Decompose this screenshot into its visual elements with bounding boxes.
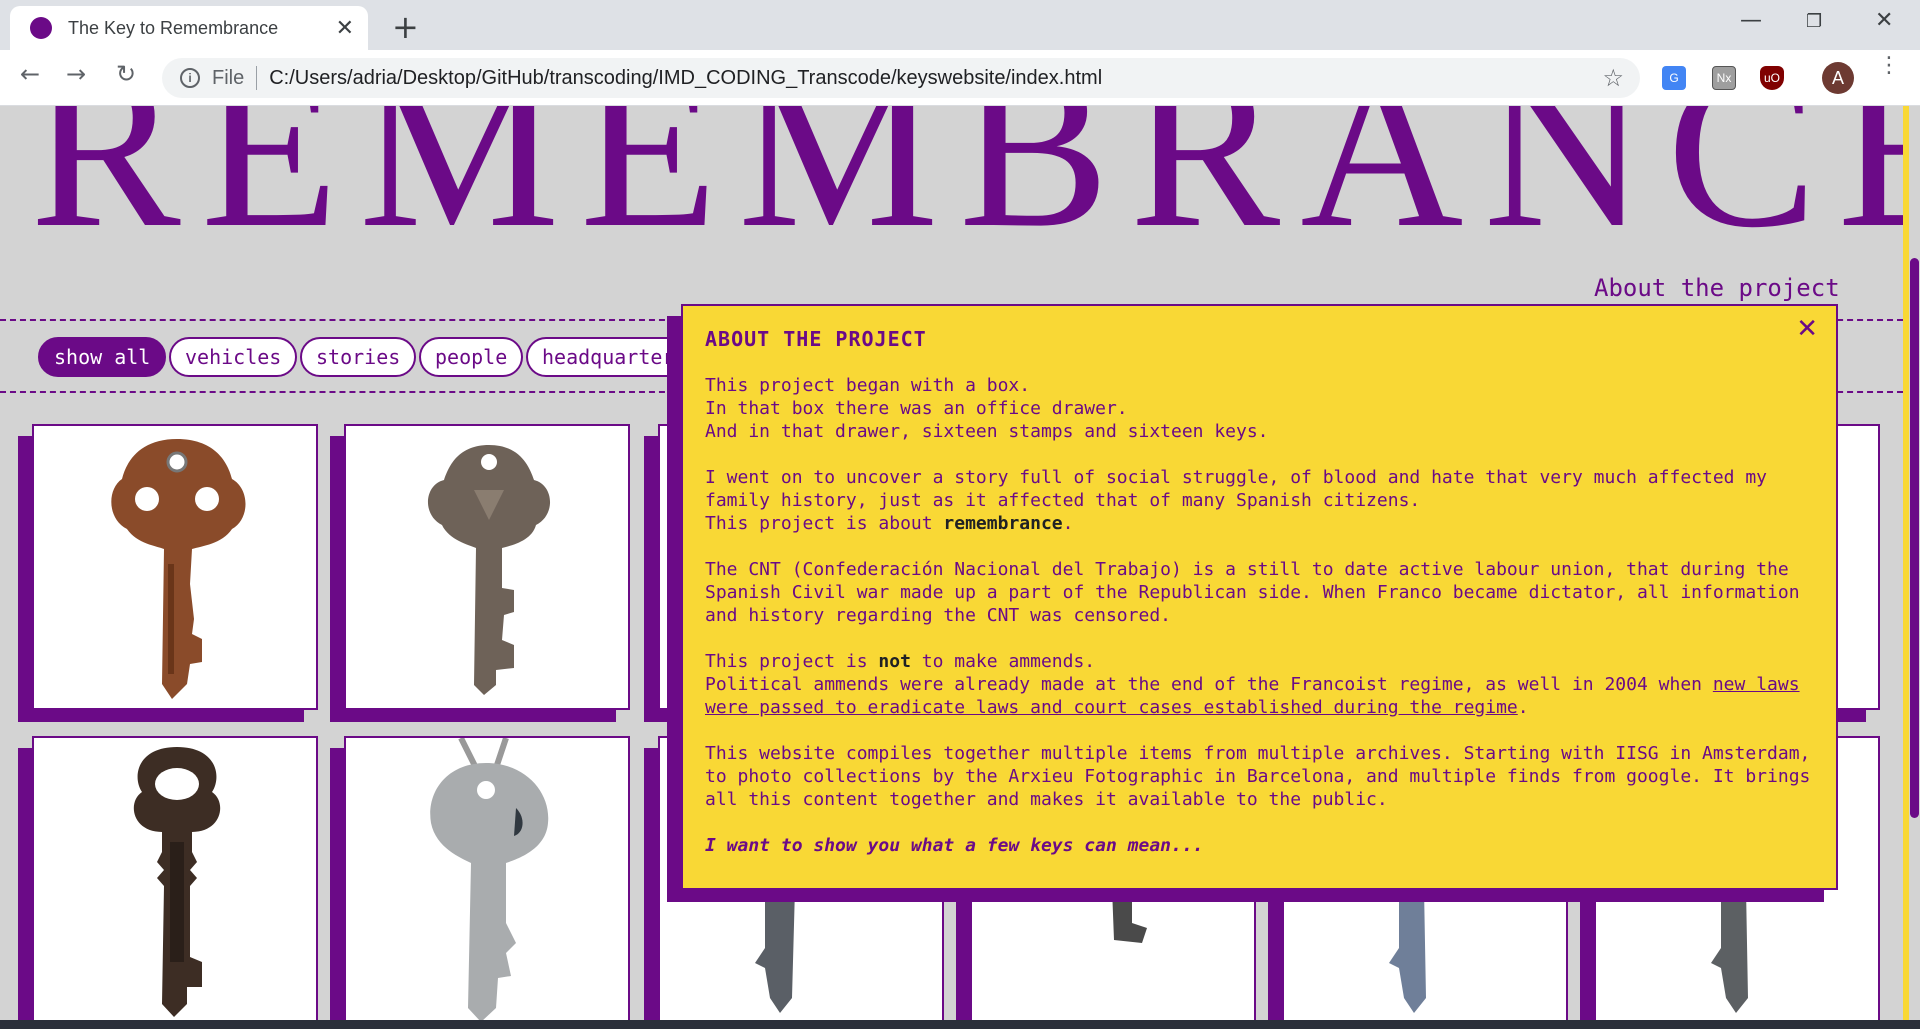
tab-close-icon[interactable]: ✕ xyxy=(336,16,354,41)
filter-headquarters[interactable]: headquarters xyxy=(526,337,703,377)
browser-tab[interactable]: The Key to Remembrance ✕ xyxy=(10,6,368,50)
ammends-text: to make ammends. xyxy=(910,651,1096,672)
key-card[interactable] xyxy=(344,736,630,1020)
hero-title: REMEMBRANCE xyxy=(30,106,1920,274)
intro-line: In that box there was an office drawer. xyxy=(705,398,1128,419)
nx-extension-icon[interactable]: Nx xyxy=(1712,66,1736,90)
favicon-icon xyxy=(30,17,52,39)
about-project-link[interactable]: About the project xyxy=(1594,274,1840,302)
address-separator xyxy=(256,66,258,90)
key-shaft-image xyxy=(1112,888,1147,943)
iron-key-image xyxy=(133,747,221,1017)
ornate-key-image xyxy=(427,445,551,695)
about-modal: ABOUT THE PROJECT ✕ This project began w… xyxy=(681,304,1838,890)
silver-key-image xyxy=(430,738,549,1020)
browser-toolbar: ← → ↻ i File C:/Users/adria/Desktop/GitH… xyxy=(0,50,1920,106)
browser-tab-bar: The Key to Remembrance ✕ + — ❐ ✕ xyxy=(0,0,1920,50)
key-card[interactable] xyxy=(32,736,318,1020)
translate-extension-icon[interactable]: G xyxy=(1662,66,1686,90)
tab-title: The Key to Remembrance xyxy=(68,17,279,38)
tagline: I want to show you what a few keys can m… xyxy=(705,835,1204,856)
ammends-paragraph: This project is not to make ammends. Pol… xyxy=(705,650,1814,719)
restore-icon[interactable]: ❐ xyxy=(1806,11,1822,32)
os-taskbar xyxy=(0,1020,1920,1029)
address-bar[interactable]: i File C:/Users/adria/Desktop/GitHub/tra… xyxy=(162,58,1640,98)
new-tab-icon[interactable]: + xyxy=(392,8,419,46)
intro-line: This project began with a box. xyxy=(705,375,1031,396)
minimize-icon[interactable]: — xyxy=(1740,8,1762,33)
filter-vehicles[interactable]: vehicles xyxy=(169,337,298,377)
file-label: File xyxy=(212,66,245,89)
url-text[interactable]: C:/Users/adria/Desktop/GitHub/transcodin… xyxy=(269,67,1102,90)
filter-stories[interactable]: stories xyxy=(300,337,417,377)
rusty-key-image xyxy=(111,439,246,699)
intro-line: And in that drawer, sixteen stamps and s… xyxy=(705,421,1269,442)
ammends-text: . xyxy=(1517,697,1529,718)
cnt-paragraph: The CNT (Confederación Nacional del Trab… xyxy=(705,559,1800,626)
intro-paragraph: This project began with a box. In that b… xyxy=(705,374,1814,443)
scrollbar-thumb[interactable] xyxy=(1910,258,1919,818)
key-card[interactable] xyxy=(32,424,318,710)
reload-icon[interactable]: ↻ xyxy=(116,60,136,88)
ammends-text: This project is xyxy=(705,651,879,672)
modal-close-icon[interactable]: ✕ xyxy=(1796,316,1818,342)
archives-paragraph: This website compiles together multiple … xyxy=(705,743,1811,810)
remembrance-emphasis: remembrance xyxy=(943,513,1063,534)
back-arrow-icon[interactable]: ← xyxy=(20,60,40,88)
key-shaft-image xyxy=(1711,888,1748,1013)
ublock-extension-icon[interactable]: uO xyxy=(1760,66,1784,90)
ammends-text: Political ammends were already made at t… xyxy=(705,674,1713,695)
page-viewport: REMEMBRANCE About the project show all v… xyxy=(0,106,1920,1020)
story-text: I went on to uncover a story full of soc… xyxy=(705,467,1768,511)
modal-title: ABOUT THE PROJECT xyxy=(705,327,927,351)
bookmark-star-icon[interactable]: ☆ xyxy=(1602,64,1624,92)
menu-icon[interactable]: ⋮ xyxy=(1878,55,1900,77)
story-text: This project is about xyxy=(705,513,944,534)
story-text: . xyxy=(1062,513,1074,534)
story-paragraph: I went on to uncover a story full of soc… xyxy=(705,466,1814,535)
profile-avatar[interactable]: A xyxy=(1822,62,1854,94)
key-shaft-image xyxy=(1389,888,1426,1013)
filter-people[interactable]: people xyxy=(419,337,524,377)
forward-arrow-icon[interactable]: → xyxy=(66,60,86,88)
window-close-icon[interactable]: ✕ xyxy=(1875,8,1893,33)
key-shaft-image xyxy=(755,888,795,1013)
not-emphasis: not xyxy=(878,651,911,672)
key-card[interactable] xyxy=(344,424,630,710)
info-icon[interactable]: i xyxy=(180,68,200,88)
filter-show-all[interactable]: show all xyxy=(38,337,167,377)
